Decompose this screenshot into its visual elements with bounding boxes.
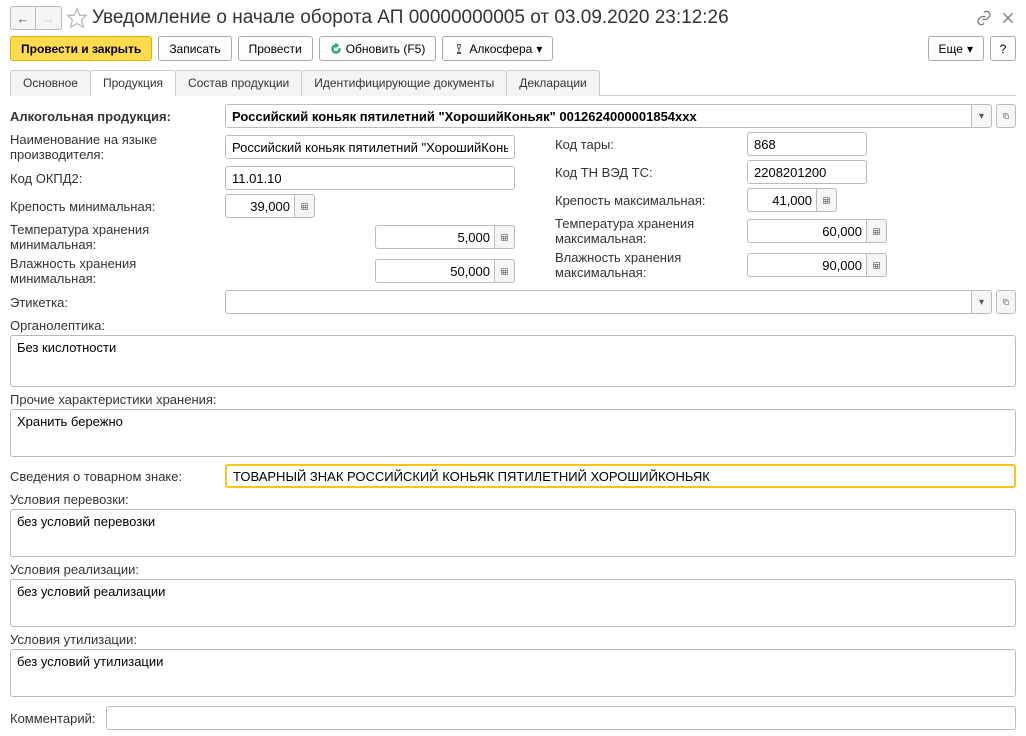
utilization-field[interactable] [10, 649, 1016, 697]
label-temp-min: Температура хранения минимальная: [10, 222, 225, 252]
alkosfera-button[interactable]: Алкосфера ▾ [442, 36, 553, 61]
help-button[interactable]: ? [990, 36, 1016, 61]
calc-button[interactable] [817, 188, 837, 212]
label-transport: Условия перевозки: [10, 492, 1016, 507]
temp-min-field[interactable] [375, 225, 495, 249]
more-button[interactable]: Еще ▾ [928, 36, 984, 61]
label-etiketka: Этикетка: [10, 295, 225, 310]
other-storage-field[interactable] [10, 409, 1016, 457]
label-temp-max: Температура хранения максимальная: [555, 216, 747, 246]
label-alco-product: Алкогольная продукция: [10, 109, 225, 124]
label-realization: Условия реализации: [10, 562, 1016, 577]
tab-decl[interactable]: Декларации [506, 70, 600, 96]
tare-code-field[interactable] [747, 132, 867, 156]
humidity-min-field[interactable] [375, 259, 495, 283]
calc-button[interactable] [867, 253, 887, 277]
tabs: Основное Продукция Состав продукции Иден… [10, 69, 1016, 96]
refresh-button[interactable]: Обновить (F5) [319, 36, 437, 61]
alco-product-field[interactable] [225, 104, 972, 128]
strength-min-field[interactable] [225, 194, 295, 218]
tab-product[interactable]: Продукция [90, 70, 176, 96]
label-strength-max: Крепость максимальная: [555, 193, 747, 208]
temp-max-field[interactable] [747, 219, 867, 243]
label-okpd: Код ОКПД2: [10, 171, 225, 186]
strength-max-field[interactable] [747, 188, 817, 212]
label-other-storage: Прочие характеристики хранения: [10, 392, 1016, 407]
humidity-max-field[interactable] [747, 253, 867, 277]
toolbar: Провести и закрыть Записать Провести Обн… [10, 36, 1016, 61]
row-alco-product: Алкогольная продукция: ▾ [10, 104, 1016, 128]
calc-button[interactable] [295, 194, 315, 218]
organoleptic-field[interactable] [10, 335, 1016, 387]
nav-back-button[interactable]: ← [10, 6, 36, 30]
favorite-star-icon[interactable] [66, 7, 88, 29]
link-icon[interactable] [976, 10, 992, 26]
label-organoleptic: Органолептика: [10, 318, 1016, 333]
close-icon[interactable] [1000, 10, 1016, 26]
label-tare-code: Код тары: [555, 137, 747, 152]
more-label: Еще [939, 42, 963, 56]
name-producer-field[interactable] [225, 135, 515, 159]
trademark-field[interactable] [225, 464, 1016, 488]
nav-forward-button[interactable]: → [36, 6, 62, 30]
tab-ident[interactable]: Идентифицирующие документы [301, 70, 507, 96]
open-button[interactable] [996, 104, 1016, 128]
chevron-down-icon: ▾ [536, 42, 542, 56]
comment-field[interactable] [106, 706, 1017, 730]
calc-button[interactable] [495, 259, 515, 283]
titlebar: ← → Уведомление о начале оборота АП 0000… [10, 6, 1016, 30]
chevron-down-icon: ▾ [967, 42, 973, 56]
calc-button[interactable] [495, 225, 515, 249]
post-and-close-button[interactable]: Провести и закрыть [10, 36, 152, 61]
label-strength-min: Крепость минимальная: [10, 199, 225, 214]
transport-field[interactable] [10, 509, 1016, 557]
label-comment: Комментарий: [10, 711, 96, 726]
okpd-field[interactable] [225, 166, 515, 190]
tab-composition[interactable]: Состав продукции [175, 70, 302, 96]
label-humidity-min: Влажность хранения минимальная: [10, 256, 225, 286]
etiketka-field[interactable] [225, 290, 972, 314]
open-button[interactable] [996, 290, 1016, 314]
label-name-producer: Наименование на языке производителя: [10, 132, 225, 162]
save-button[interactable]: Записать [158, 36, 231, 61]
refresh-label: Обновить (F5) [346, 42, 426, 56]
label-utilization: Условия утилизации: [10, 632, 1016, 647]
alkosfera-label: Алкосфера [469, 42, 532, 56]
tnved-field[interactable] [747, 160, 867, 184]
dropdown-button[interactable]: ▾ [972, 290, 992, 314]
label-humidity-max: Влажность хранения максимальная: [555, 250, 747, 280]
realization-field[interactable] [10, 579, 1016, 627]
label-tnved: Код ТН ВЭД ТС: [555, 165, 747, 180]
label-trademark: Сведения о товарном знаке: [10, 469, 225, 484]
tab-main[interactable]: Основное [10, 70, 91, 96]
post-button[interactable]: Провести [238, 36, 313, 61]
dropdown-button[interactable]: ▾ [972, 104, 992, 128]
calc-button[interactable] [867, 219, 887, 243]
window-title: Уведомление о начале оборота АП 00000000… [92, 7, 976, 29]
